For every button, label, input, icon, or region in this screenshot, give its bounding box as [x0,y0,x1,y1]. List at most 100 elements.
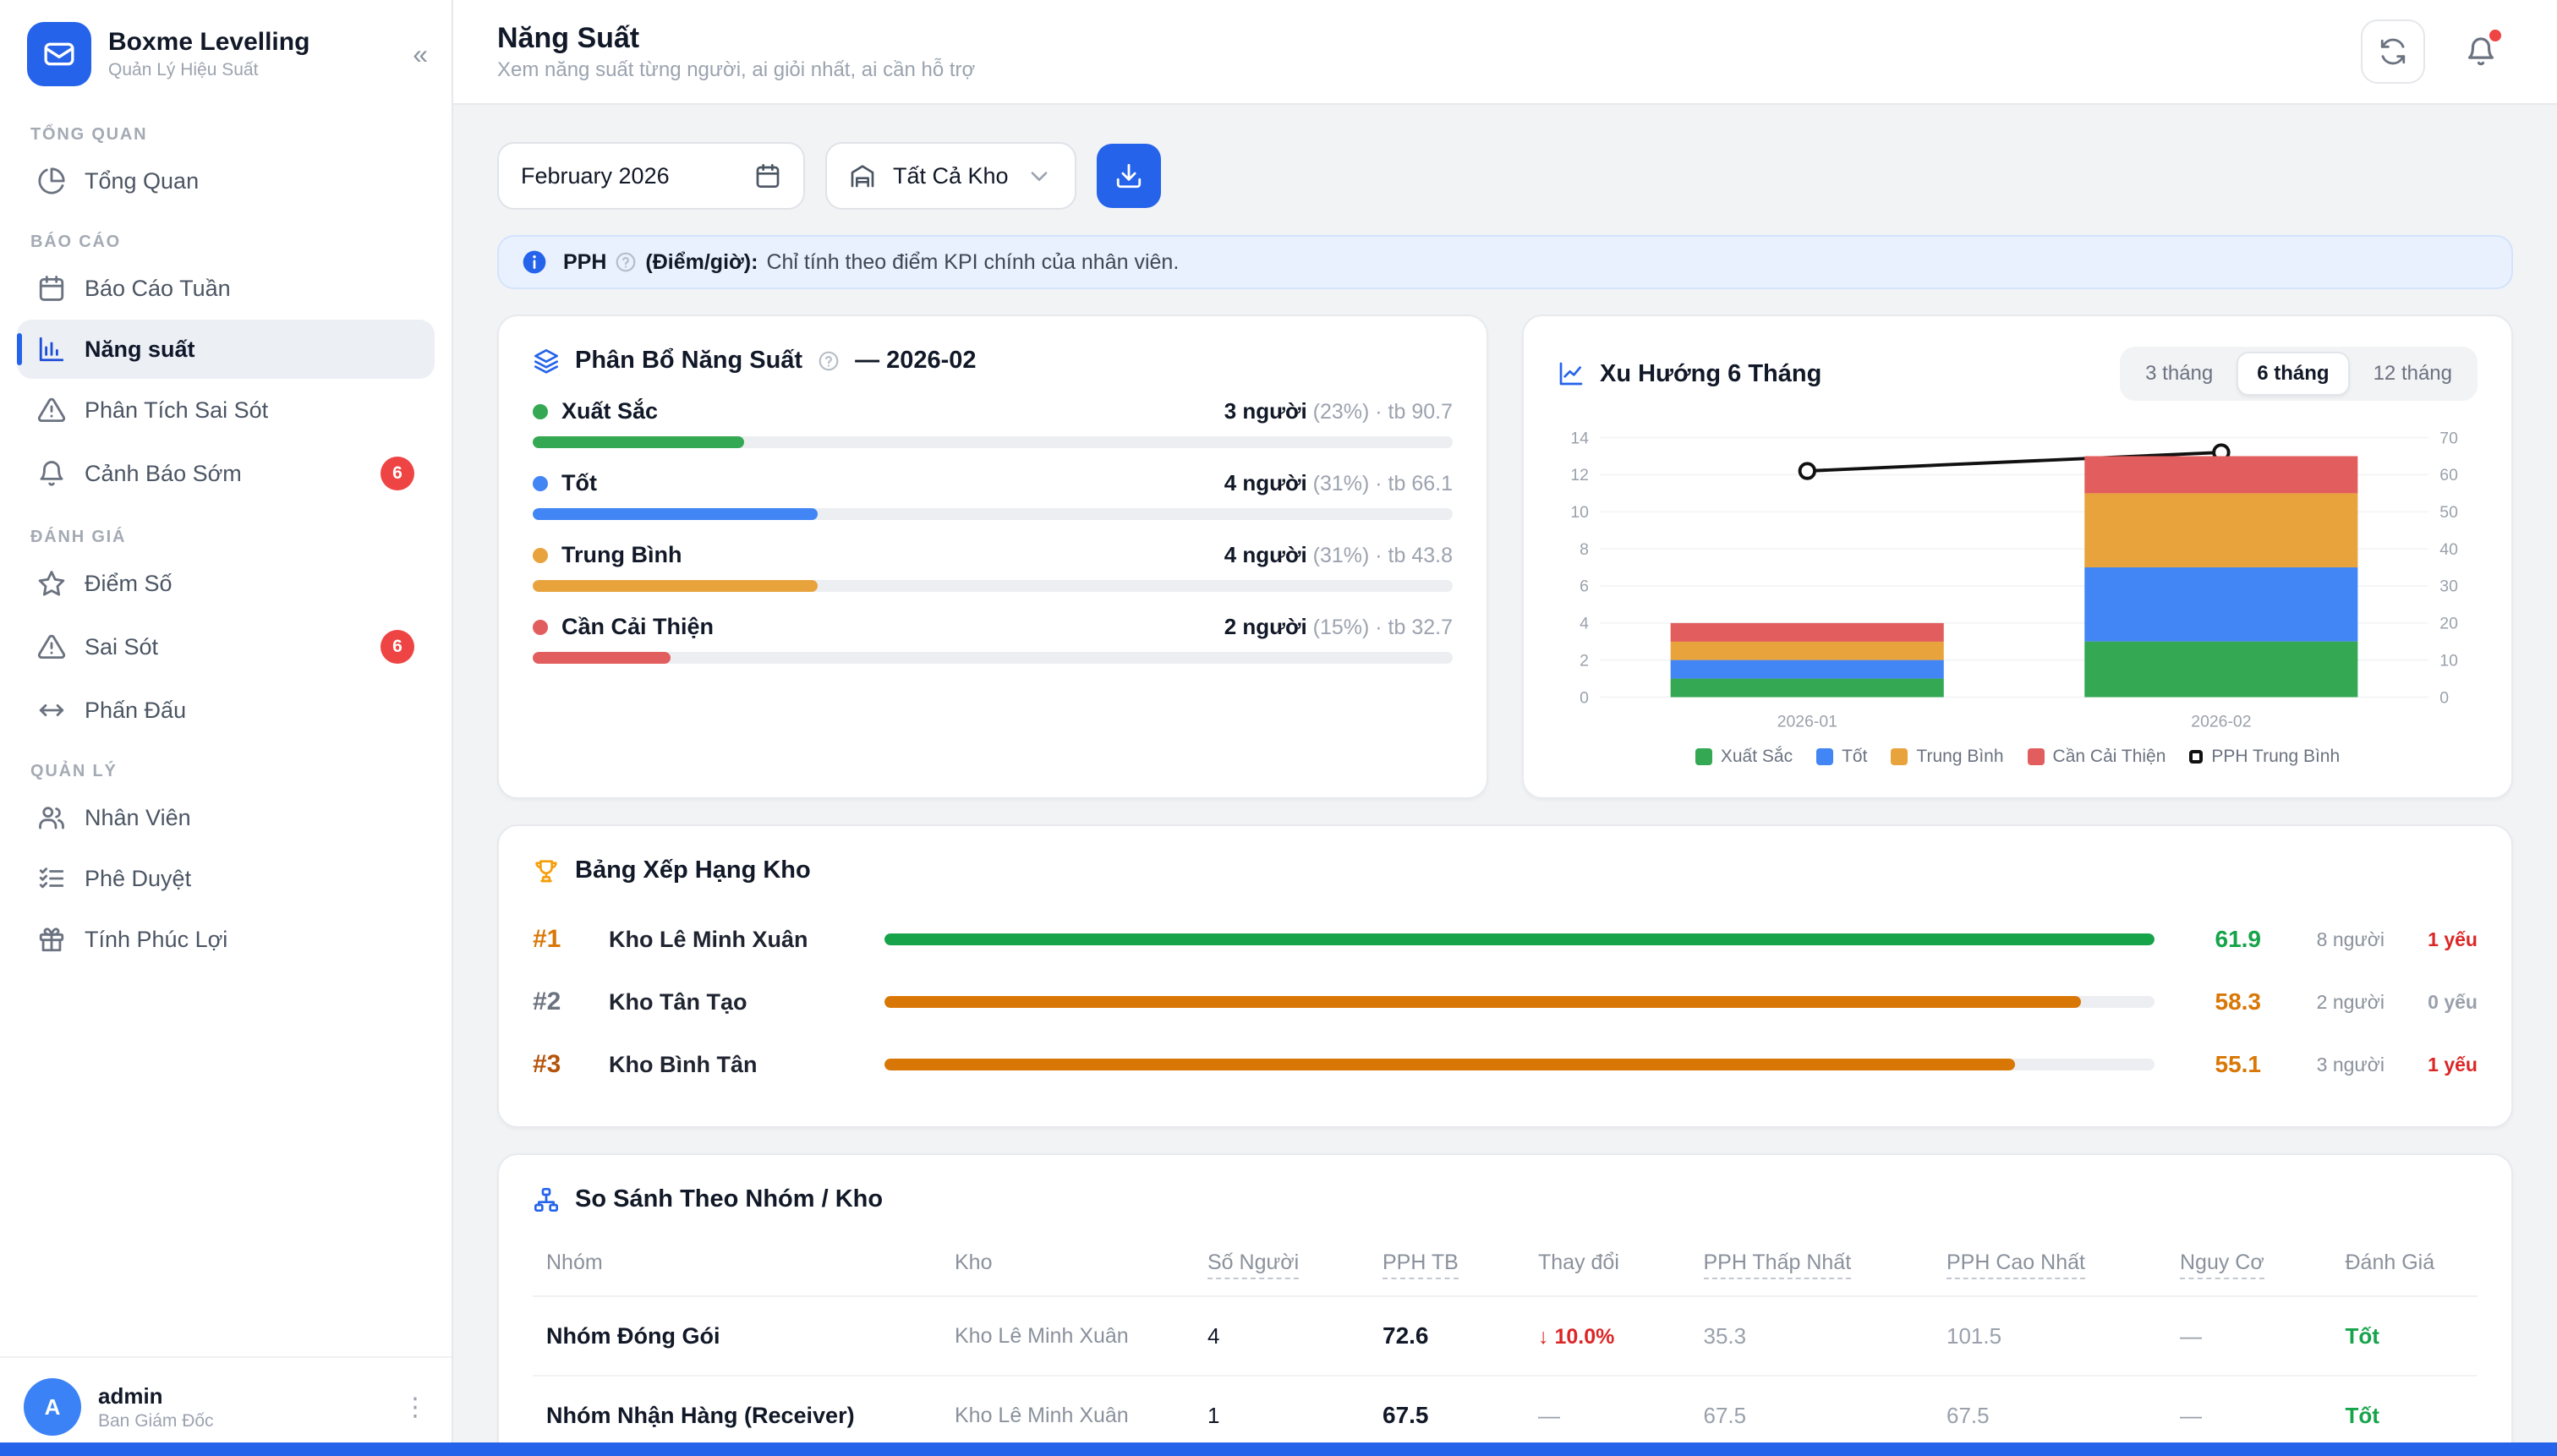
svg-text:30: 30 [2439,577,2458,596]
category-progress-track [533,508,1453,520]
range-button-12-thang[interactable]: 12 tháng [2353,352,2472,396]
sidebar-item-label: Báo Cáo Tuần [85,276,231,302]
page-subtitle: Xem năng suất từng người, ai giỏi nhất, … [497,58,975,82]
legend-item-can-cai-thien: Cần Cải Thiện [2028,747,2166,767]
refresh-button[interactable] [2361,19,2425,84]
bar-chart-icon [37,335,66,364]
download-button[interactable] [1097,144,1161,208]
score-value: 61.9 [2173,926,2261,953]
sidebar-item-label: Nhân Viên [85,805,191,831]
category-dot [533,476,548,491]
app-title: Boxme Levelling [108,28,309,57]
info-description: Chỉ tính theo điểm KPI chính của nhân vi… [766,250,1179,275]
user-menu-button[interactable]: ⋮ [402,1393,428,1422]
range-button-6-thang[interactable]: 6 tháng [2237,352,2349,396]
svg-text:0: 0 [2439,688,2449,707]
column-header-pph-thap-nhat[interactable]: PPH Thấp Nhất [1690,1237,1934,1296]
info-banner: PPH (Điểm/giờ): Chỉ tính theo điểm KPI c… [497,235,2513,289]
category-progress-fill [533,652,671,664]
column-header-pph-cao-nhat[interactable]: PPH Cao Nhất [1933,1237,2166,1296]
svg-text:70: 70 [2439,429,2458,447]
hierarchy-icon [533,1186,560,1213]
month-picker[interactable]: February 2026 [497,142,805,210]
sidebar-item-canh-bao-som[interactable]: Cảnh Báo Sớm6 [17,441,435,506]
sidebar-item-label: Điểm Số [85,571,172,597]
warehouse-filter[interactable]: Tất Cả Kho [825,142,1076,210]
change-value: ↓ 10.0% [1538,1325,1614,1349]
logo-text: Boxme Levelling Quản Lý Hiệu Suất [108,28,309,80]
svg-text:60: 60 [2439,466,2458,484]
column-header-pph-tb[interactable]: PPH TB [1369,1237,1525,1296]
chevron-down-icon [1026,162,1053,189]
column-header-so-nguoi[interactable]: Số Người [1194,1237,1369,1296]
alert-triangle-icon [37,632,66,661]
ranking-row-kho-le-minh-xuan: #1Kho Lê Minh Xuân61.98 người1 yếu [533,908,2478,971]
column-header-danh-gia: Đánh Giá [2332,1237,2478,1296]
risk: — [2166,1296,2332,1376]
sidebar-item-diem-so[interactable]: Điểm Số [17,554,435,613]
info-banner-text: PPH (Điểm/giờ): Chỉ tính theo điểm KPI c… [563,250,1179,275]
sidebar-item-tinh-phuc-loi[interactable]: Tính Phúc Lợi [17,910,435,969]
comparison-table: NhómKhoSố NgườiPPH TBThay đổiPPH Thấp Nh… [533,1237,2478,1454]
rank-number: #3 [533,1050,590,1079]
svg-text:40: 40 [2439,540,2458,559]
sidebar-item-label: Tính Phúc Lợi [85,927,227,953]
user-row[interactable]: A admin Ban Giám Đốc ⋮ [0,1356,452,1456]
column-header-nguy-co[interactable]: Nguy Cơ [2166,1237,2332,1296]
bell-icon [37,459,66,488]
ranking-row-kho-tan-tao: #2Kho Tân Tạo58.32 người0 yếu [533,971,2478,1033]
distribution-period: — 2026-02 [855,347,977,375]
legend-item-trung-binh: Trung Bình [1891,747,2003,767]
calendar-icon [37,274,66,303]
sidebar-item-nhan-vien[interactable]: Nhân Viên [17,788,435,847]
distribution-row-tot: Tốt4 người (31%) · tb 66.1 [533,470,1453,520]
sidebar-item-nang-suat[interactable]: Năng suất [17,320,435,379]
trend-legend: Xuất SắcTốtTrung BìnhCần Cải ThiệnPPH Tr… [1558,747,2478,767]
ranking-title: Bảng Xếp Hạng Kho [575,857,811,884]
pph-average: 72.6 [1369,1296,1525,1376]
sidebar-item-tong-quan[interactable]: Tổng Quan [17,151,435,211]
range-button-3-thang[interactable]: 3 tháng [2125,352,2233,396]
category-progress-track [533,652,1453,664]
sidebar-item-phan-dau[interactable]: Phấn Đấu [17,681,435,740]
score-bar-track [884,933,2155,945]
svg-text:2026-01: 2026-01 [1777,712,1837,731]
weak-count: 1 yếu [2403,1054,2478,1076]
category-dot [533,548,548,563]
topbar-actions [2361,19,2513,84]
notifications-button[interactable] [2449,19,2513,84]
change-cell: ↓ 10.0% [1525,1296,1690,1376]
sidebar: Boxme Levelling Quản Lý Hiệu Suất « TỔNG… [0,0,453,1456]
score-value: 58.3 [2173,988,2261,1015]
category-stats: 4 người (31%) · tb 66.1 [1224,470,1453,496]
score-bar-fill [884,1059,2015,1070]
sidebar-item-phe-duyet[interactable]: Phê Duyệt [17,849,435,908]
info-icon [521,249,548,276]
category-progress-track [533,580,1453,592]
page-heading: Năng Suất Xem năng suất từng người, ai g… [497,22,975,82]
svg-text:2: 2 [1580,651,1589,670]
sidebar-item-label: Cảnh Báo Sớm [85,461,242,487]
user-role: Ban Giám Đốc [98,1411,214,1431]
score-bar-track [884,1059,2155,1070]
sidebar-item-label: Năng suất [85,337,195,363]
bottom-accent-strip [0,1442,2557,1456]
info-term: PPH [563,250,606,275]
svg-text:0: 0 [1580,688,1589,707]
nav-section-label-bao-cao: BÁO CÁO [30,233,421,252]
notification-badge: 6 [381,630,414,664]
pie-chart-icon [37,167,66,195]
svg-text:10: 10 [2439,651,2458,670]
sidebar-item-bao-cao-tuan[interactable]: Báo Cáo Tuần [17,259,435,318]
sidebar-item-sai-sot[interactable]: Sai Sót6 [17,615,435,679]
trend-plot: 024681012140102030405060702026-012026-02 [1558,424,2478,740]
sidebar-collapse-button[interactable]: « [413,41,428,68]
star-icon [37,569,66,598]
users-icon [37,803,66,832]
sidebar-item-phan-tich-sai-sot[interactable]: Phân Tích Sai Sót [17,380,435,440]
category-stats: 3 người (23%) · tb 90.7 [1224,398,1453,424]
weak-count: 1 yếu [2403,928,2478,951]
legend-item-pph-trung-binh: PPH Trung Bình [2189,747,2340,767]
category-stats: 2 người (15%) · tb 32.7 [1224,614,1453,640]
trend-chart: 024681012140102030405060702026-012026-02 [1558,424,2478,740]
